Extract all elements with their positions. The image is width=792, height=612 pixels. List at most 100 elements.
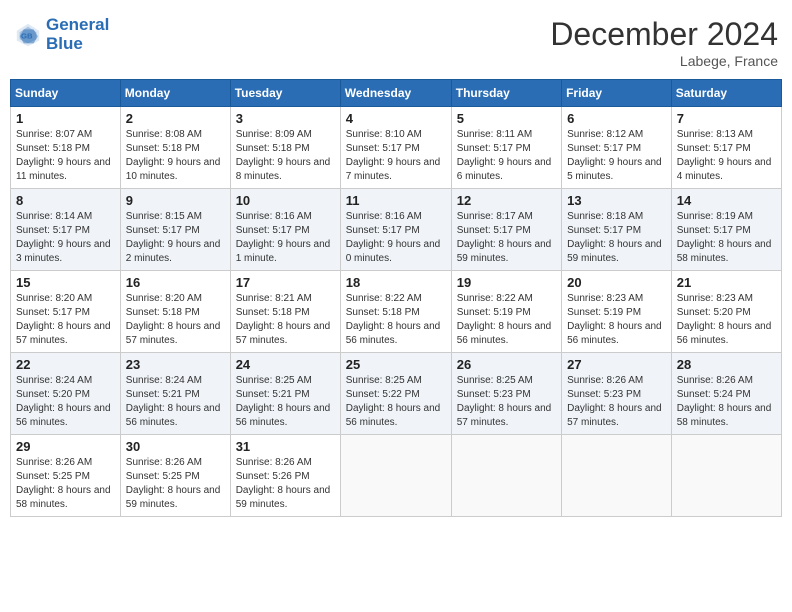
- calendar-cell: 17 Sunrise: 8:21 AM Sunset: 5:18 PM Dayl…: [230, 271, 340, 353]
- day-number: 30: [126, 439, 225, 454]
- logo-general: General: [46, 15, 109, 34]
- day-number: 18: [346, 275, 446, 290]
- logo-text: General Blue: [46, 16, 109, 53]
- sunset-label: Sunset: 5:19 PM: [567, 307, 641, 318]
- day-info: Sunrise: 8:24 AM Sunset: 5:20 PM Dayligh…: [16, 374, 115, 430]
- sunrise-label: Sunrise: 8:21 AM: [236, 293, 312, 304]
- day-info: Sunrise: 8:26 AM Sunset: 5:26 PM Dayligh…: [236, 456, 335, 512]
- daylight-label: Daylight: 9 hours and 1 minute.: [236, 239, 331, 264]
- calendar-cell: 28 Sunrise: 8:26 AM Sunset: 5:24 PM Dayl…: [671, 353, 781, 435]
- daylight-label: Daylight: 8 hours and 59 minutes.: [236, 485, 331, 510]
- daylight-label: Daylight: 8 hours and 56 minutes.: [126, 403, 221, 428]
- calendar-cell: 20 Sunrise: 8:23 AM Sunset: 5:19 PM Dayl…: [562, 271, 672, 353]
- day-info: Sunrise: 8:23 AM Sunset: 5:19 PM Dayligh…: [567, 292, 666, 348]
- header-friday: Friday: [562, 80, 672, 107]
- calendar-cell: 21 Sunrise: 8:23 AM Sunset: 5:20 PM Dayl…: [671, 271, 781, 353]
- day-number: 13: [567, 193, 666, 208]
- day-info: Sunrise: 8:22 AM Sunset: 5:18 PM Dayligh…: [346, 292, 446, 348]
- day-info: Sunrise: 8:20 AM Sunset: 5:18 PM Dayligh…: [126, 292, 225, 348]
- week-row-2: 8 Sunrise: 8:14 AM Sunset: 5:17 PM Dayli…: [11, 189, 782, 271]
- sunset-label: Sunset: 5:18 PM: [236, 143, 310, 154]
- sunrise-label: Sunrise: 8:09 AM: [236, 129, 312, 140]
- sunrise-label: Sunrise: 8:13 AM: [677, 129, 753, 140]
- daylight-label: Daylight: 8 hours and 57 minutes.: [126, 321, 221, 346]
- sunrise-label: Sunrise: 8:26 AM: [126, 457, 202, 468]
- header-sunday: Sunday: [11, 80, 121, 107]
- calendar-cell: 7 Sunrise: 8:13 AM Sunset: 5:17 PM Dayli…: [671, 107, 781, 189]
- sunrise-label: Sunrise: 8:26 AM: [16, 457, 92, 468]
- day-number: 9: [126, 193, 225, 208]
- sunrise-label: Sunrise: 8:23 AM: [567, 293, 643, 304]
- sunset-label: Sunset: 5:22 PM: [346, 389, 420, 400]
- sunrise-label: Sunrise: 8:22 AM: [346, 293, 422, 304]
- day-info: Sunrise: 8:14 AM Sunset: 5:17 PM Dayligh…: [16, 210, 115, 266]
- sunrise-label: Sunrise: 8:26 AM: [236, 457, 312, 468]
- svg-text:GB: GB: [21, 31, 33, 40]
- sunrise-label: Sunrise: 8:18 AM: [567, 211, 643, 222]
- calendar-cell: 6 Sunrise: 8:12 AM Sunset: 5:17 PM Dayli…: [562, 107, 672, 189]
- sunrise-label: Sunrise: 8:08 AM: [126, 129, 202, 140]
- sunrise-label: Sunrise: 8:24 AM: [126, 375, 202, 386]
- daylight-label: Daylight: 9 hours and 11 minutes.: [16, 157, 111, 182]
- day-info: Sunrise: 8:20 AM Sunset: 5:17 PM Dayligh…: [16, 292, 115, 348]
- sunrise-label: Sunrise: 8:15 AM: [126, 211, 202, 222]
- sunset-label: Sunset: 5:17 PM: [677, 143, 751, 154]
- daylight-label: Daylight: 9 hours and 6 minutes.: [457, 157, 552, 182]
- daylight-label: Daylight: 9 hours and 0 minutes.: [346, 239, 441, 264]
- daylight-label: Daylight: 8 hours and 58 minutes.: [677, 403, 772, 428]
- month-title: December 2024: [550, 16, 778, 53]
- calendar-cell: [671, 435, 781, 517]
- calendar-cell: 29 Sunrise: 8:26 AM Sunset: 5:25 PM Dayl…: [11, 435, 121, 517]
- sunset-label: Sunset: 5:21 PM: [236, 389, 310, 400]
- logo-blue: Blue: [46, 35, 109, 54]
- daylight-label: Daylight: 8 hours and 59 minutes.: [457, 239, 552, 264]
- calendar-table: SundayMondayTuesdayWednesdayThursdayFrid…: [10, 79, 782, 517]
- calendar-cell: 14 Sunrise: 8:19 AM Sunset: 5:17 PM Dayl…: [671, 189, 781, 271]
- day-info: Sunrise: 8:09 AM Sunset: 5:18 PM Dayligh…: [236, 128, 335, 184]
- sunset-label: Sunset: 5:24 PM: [677, 389, 751, 400]
- sunset-label: Sunset: 5:23 PM: [457, 389, 531, 400]
- sunrise-label: Sunrise: 8:25 AM: [457, 375, 533, 386]
- sunrise-label: Sunrise: 8:25 AM: [236, 375, 312, 386]
- daylight-label: Daylight: 9 hours and 4 minutes.: [677, 157, 772, 182]
- day-info: Sunrise: 8:19 AM Sunset: 5:17 PM Dayligh…: [677, 210, 776, 266]
- daylight-label: Daylight: 8 hours and 57 minutes.: [236, 321, 331, 346]
- page-header: GB General Blue December 2024 Labege, Fr…: [10, 10, 782, 75]
- daylight-label: Daylight: 9 hours and 5 minutes.: [567, 157, 662, 182]
- day-number: 1: [16, 111, 115, 126]
- sunset-label: Sunset: 5:17 PM: [346, 225, 420, 236]
- daylight-label: Daylight: 9 hours and 2 minutes.: [126, 239, 221, 264]
- daylight-label: Daylight: 8 hours and 56 minutes.: [457, 321, 552, 346]
- calendar-cell: 15 Sunrise: 8:20 AM Sunset: 5:17 PM Dayl…: [11, 271, 121, 353]
- day-info: Sunrise: 8:26 AM Sunset: 5:25 PM Dayligh…: [126, 456, 225, 512]
- sunset-label: Sunset: 5:17 PM: [567, 225, 641, 236]
- day-info: Sunrise: 8:24 AM Sunset: 5:21 PM Dayligh…: [126, 374, 225, 430]
- sunrise-label: Sunrise: 8:19 AM: [677, 211, 753, 222]
- calendar-cell: 16 Sunrise: 8:20 AM Sunset: 5:18 PM Dayl…: [120, 271, 230, 353]
- sunset-label: Sunset: 5:25 PM: [126, 471, 200, 482]
- calendar-cell: 9 Sunrise: 8:15 AM Sunset: 5:17 PM Dayli…: [120, 189, 230, 271]
- daylight-label: Daylight: 8 hours and 58 minutes.: [677, 239, 772, 264]
- daylight-label: Daylight: 8 hours and 58 minutes.: [16, 485, 111, 510]
- sunset-label: Sunset: 5:23 PM: [567, 389, 641, 400]
- week-row-3: 15 Sunrise: 8:20 AM Sunset: 5:17 PM Dayl…: [11, 271, 782, 353]
- sunset-label: Sunset: 5:18 PM: [346, 307, 420, 318]
- day-number: 12: [457, 193, 556, 208]
- logo: GB General Blue: [14, 16, 109, 53]
- sunrise-label: Sunrise: 8:10 AM: [346, 129, 422, 140]
- header-wednesday: Wednesday: [340, 80, 451, 107]
- day-info: Sunrise: 8:26 AM Sunset: 5:23 PM Dayligh…: [567, 374, 666, 430]
- day-number: 19: [457, 275, 556, 290]
- calendar-cell: 2 Sunrise: 8:08 AM Sunset: 5:18 PM Dayli…: [120, 107, 230, 189]
- daylight-label: Daylight: 8 hours and 56 minutes.: [567, 321, 662, 346]
- sunset-label: Sunset: 5:25 PM: [16, 471, 90, 482]
- location: Labege, France: [550, 53, 778, 69]
- day-info: Sunrise: 8:13 AM Sunset: 5:17 PM Dayligh…: [677, 128, 776, 184]
- day-info: Sunrise: 8:25 AM Sunset: 5:22 PM Dayligh…: [346, 374, 446, 430]
- day-info: Sunrise: 8:16 AM Sunset: 5:17 PM Dayligh…: [236, 210, 335, 266]
- sunset-label: Sunset: 5:18 PM: [236, 307, 310, 318]
- day-number: 17: [236, 275, 335, 290]
- calendar-cell: 18 Sunrise: 8:22 AM Sunset: 5:18 PM Dayl…: [340, 271, 451, 353]
- sunset-label: Sunset: 5:18 PM: [16, 143, 90, 154]
- day-number: 15: [16, 275, 115, 290]
